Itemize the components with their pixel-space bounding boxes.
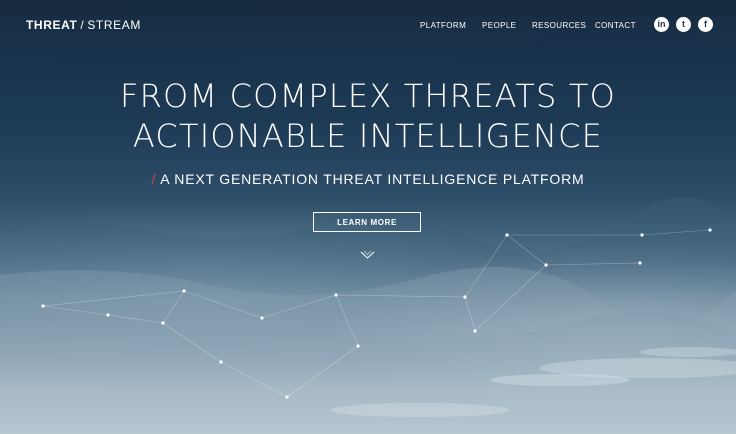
logo-bold-text: THREAT: [26, 18, 78, 32]
logo-separator: /: [80, 18, 85, 32]
top-navigation: THREAT / STREAM PLATFORM PEOPLE RESOURCES …: [0, 0, 736, 50]
twitter-icon[interactable]: t: [676, 17, 691, 32]
hero-headline-line2: ACTIONABLE INTELLIGENCE: [132, 117, 604, 155]
nav-item-people[interactable]: PEOPLE: [482, 21, 516, 30]
threatstream-logo[interactable]: THREAT / STREAM: [26, 18, 141, 32]
subheadline-text: A NEXT GENERATION THREAT INTELLIGENCE PL…: [160, 171, 585, 187]
chevron-down-icon[interactable]: [360, 250, 375, 260]
logo-light-text: STREAM: [87, 18, 141, 32]
nav-item-platform[interactable]: PLATFORM: [420, 21, 466, 30]
linkedin-icon[interactable]: in: [654, 17, 669, 32]
hero-subheadline: / A NEXT GENERATION THREAT INTELLIGENCE P…: [0, 171, 736, 187]
accent-slash: /: [151, 171, 157, 187]
nav-item-resources[interactable]: RESOURCES: [532, 21, 586, 30]
nav-item-contact[interactable]: CONTACT: [595, 21, 636, 30]
hero-headline-line1: FROM COMPLEX THREATS TO: [119, 77, 617, 115]
learn-more-button[interactable]: LEARN MORE: [313, 212, 421, 232]
facebook-icon[interactable]: f: [698, 17, 713, 32]
